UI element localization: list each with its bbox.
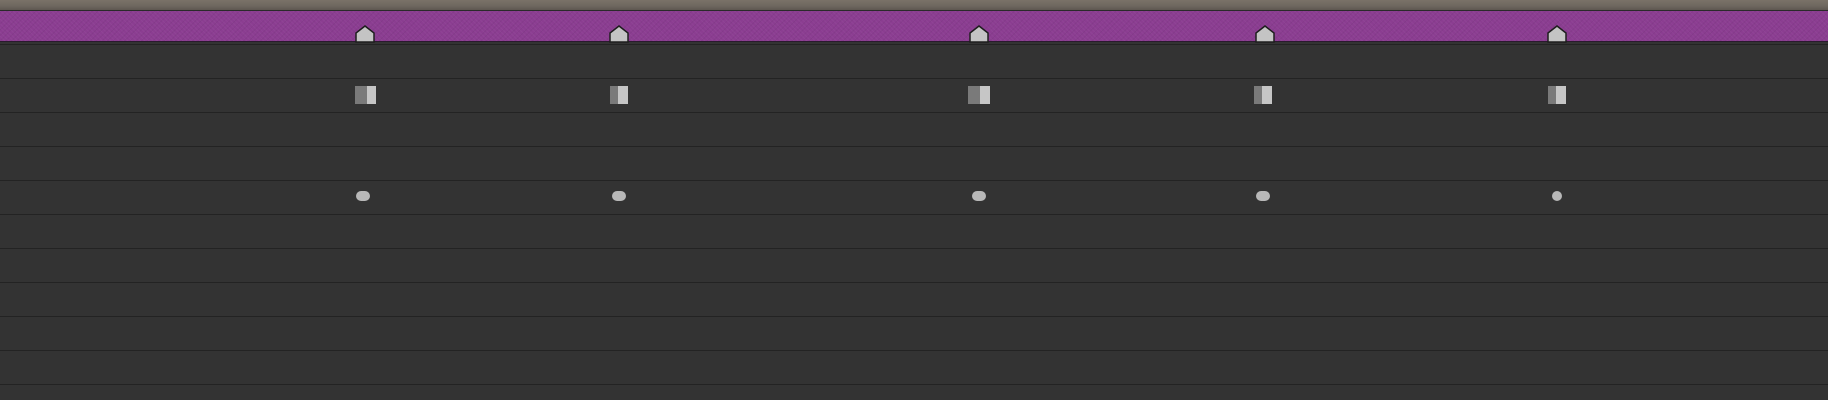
auto-bezier-keyframe-4[interactable] (1256, 191, 1270, 201)
hold-keyframe-3[interactable] (968, 86, 990, 104)
auto-bezier-keyframe-5[interactable] (1552, 191, 1562, 201)
layer-marker-1[interactable] (355, 25, 375, 43)
layer-marker-3[interactable] (969, 25, 989, 43)
track-row-divider (0, 350, 1828, 351)
pentagon-marker-icon (1547, 25, 1567, 43)
layer-marker-2[interactable] (609, 25, 629, 43)
layer-marker-5[interactable] (1547, 25, 1567, 43)
track-row-divider (0, 112, 1828, 113)
work-area-strip[interactable] (0, 0, 1828, 11)
track-row-divider (0, 384, 1828, 385)
hold-keyframe-1[interactable] (355, 86, 376, 104)
auto-bezier-keyframe-1[interactable] (356, 191, 370, 201)
track-row-divider (0, 214, 1828, 215)
hold-keyframe-5[interactable] (1548, 86, 1566, 104)
pentagon-marker-icon (609, 25, 629, 43)
track-row-divider (0, 180, 1828, 181)
pentagon-marker-icon (1255, 25, 1275, 43)
pentagon-marker-icon (969, 25, 989, 43)
track-row-divider (0, 282, 1828, 283)
layer-marker-4[interactable] (1255, 25, 1275, 43)
track-row-divider (0, 78, 1828, 79)
hold-keyframe-4[interactable] (1254, 86, 1272, 104)
auto-bezier-keyframe-3[interactable] (972, 191, 986, 201)
track-row-divider (0, 248, 1828, 249)
pentagon-marker-icon (355, 25, 375, 43)
auto-bezier-keyframe-2[interactable] (612, 191, 626, 201)
track-row-divider (0, 44, 1828, 45)
timeline-panel (0, 0, 1828, 400)
track-row-divider (0, 146, 1828, 147)
hold-keyframe-2[interactable] (610, 86, 628, 104)
track-row-divider (0, 316, 1828, 317)
